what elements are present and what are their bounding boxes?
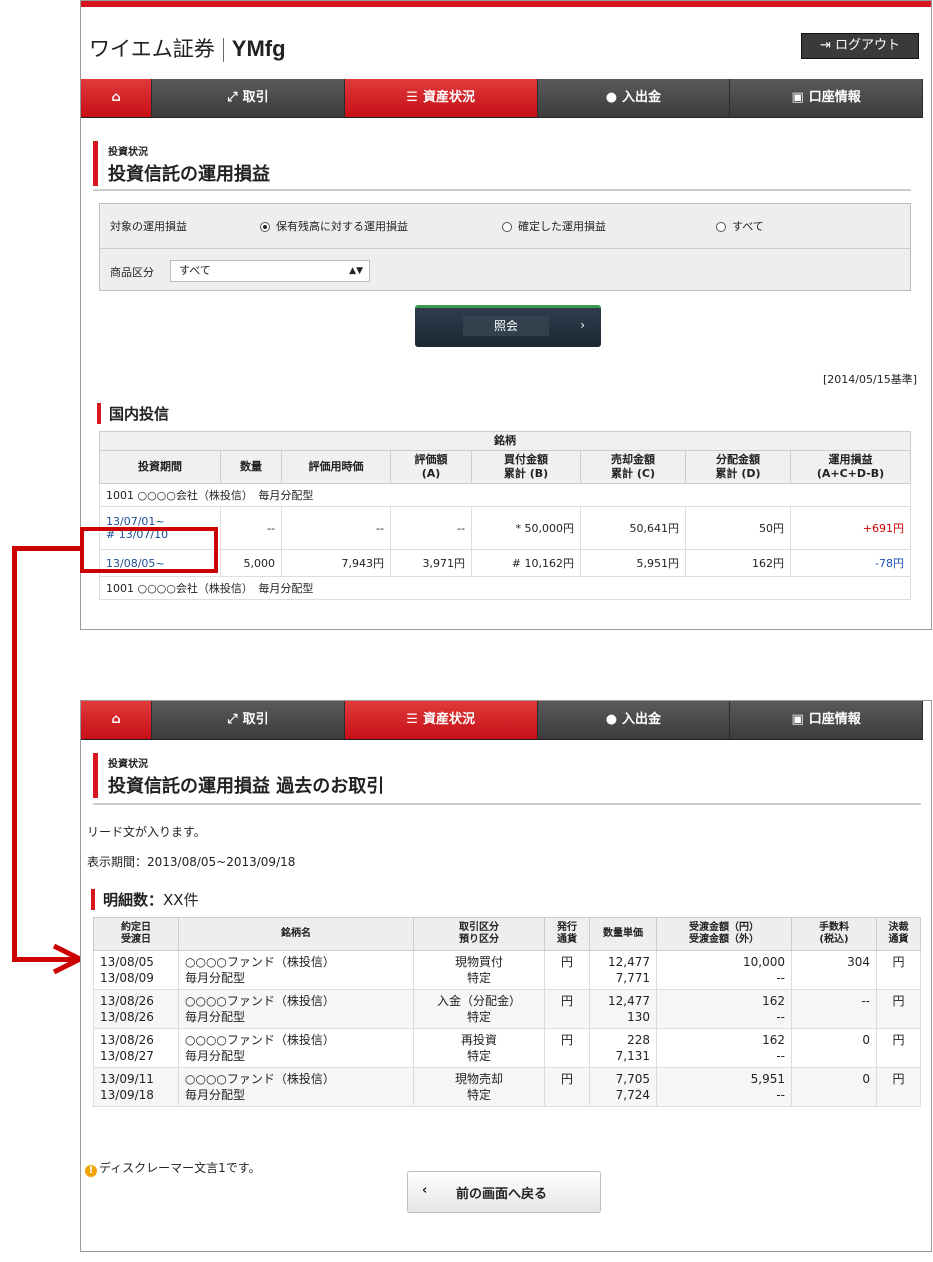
base-date: [2014/05/15基準]	[823, 373, 917, 386]
title-underline	[93, 803, 921, 805]
nav-assets[interactable]: ☰ 資産状況	[344, 79, 538, 117]
breadcrumb: 投資状況	[108, 759, 148, 770]
display-period: 表示期間：2013/08/05~2013/09/18	[87, 855, 296, 869]
col-header: 発行 通貨	[544, 917, 590, 951]
table-row: 13/09/11 13/09/18 ○○○○ファンド（株投信） 毎月分配型 現物売却 特定…	[93, 1067, 921, 1107]
col-header: 数量単価	[589, 917, 657, 951]
col-header: 売却金額 累計 (C)	[580, 450, 686, 484]
warning-icon: !	[85, 1165, 97, 1177]
col-header: 投資期間	[99, 450, 221, 484]
title-underline	[93, 189, 911, 191]
breadcrumb: 投資状況	[108, 147, 148, 158]
logo-text: ワイエム証券	[89, 37, 215, 61]
home-icon: ⌂	[111, 90, 121, 105]
exchange-icon: ⤢	[227, 712, 238, 727]
id-card-icon: ▣	[791, 712, 804, 727]
connector-line	[12, 546, 82, 551]
query-button[interactable]: 照会 ›	[415, 305, 601, 347]
col-header: 評価用時価	[281, 450, 391, 484]
radio-icon	[502, 222, 512, 232]
past-transactions-page: ⌂ ⤢ 取引 ☰ 資産状況 ● 入出金 ▣ 口座情報 投資状況 投資信託の運用損益 過去…	[80, 700, 932, 1252]
filter-divider	[100, 248, 910, 249]
col-header: 約定日 受渡日	[93, 917, 179, 951]
radio-realized[interactable]: 確定した運用損益	[502, 218, 606, 234]
moneybag-icon: ●	[605, 712, 618, 727]
page-title-block: 投資状況 投資信託の運用損益 過去のお取引	[93, 753, 384, 798]
col-header: 数量	[220, 450, 282, 484]
col-header: 銘柄名	[178, 917, 414, 951]
col-header: 運用損益 (A+C+D-B)	[790, 450, 911, 484]
col-header: 決裁 通貨	[876, 917, 921, 951]
page-title: 投資信託の運用損益	[108, 164, 270, 185]
col-header: 受渡金額（円） 受渡金額（外）	[656, 917, 792, 951]
home-icon: ⌂	[111, 712, 121, 727]
col-header: 評価額 (A)	[390, 450, 472, 484]
table-row: 13/08/26 13/08/26 ○○○○ファンド（株投信） 毎月分配型 入金（分配金…	[93, 989, 921, 1029]
detail-count: 明細数：XX件	[91, 889, 199, 910]
filter-panel: 対象の運用損益 保有残高に対する運用損益 確定した運用損益 すべて 商品区分 す…	[99, 203, 911, 291]
logout-icon: ⇥	[819, 38, 835, 53]
lead-text: リード文が入ります。	[87, 825, 206, 839]
nav-deposit[interactable]: ● 入出金	[537, 701, 731, 739]
nav-trade[interactable]: ⤢ 取引	[152, 701, 345, 739]
nav-account[interactable]: ▣ 口座情報	[730, 701, 923, 739]
page-title: 投資信託の運用損益 過去のお取引	[108, 776, 385, 797]
table-row: 13/08/05~ 5,000 7,943円 3,971円 # 10,162円 …	[99, 549, 911, 577]
database-icon: ☰	[406, 712, 418, 727]
radio-all[interactable]: すべて	[716, 218, 764, 234]
filter-label: 対象の運用損益	[110, 220, 187, 233]
radio-icon	[716, 222, 726, 232]
database-icon: ☰	[406, 90, 418, 105]
col-header: 取引区分 預り区分	[413, 917, 545, 951]
fund-name-row: 1001 ○○○○会社（株投信） 毎月分配型	[99, 483, 911, 507]
disclaimer: ! ディスクレーマー文言1です。	[85, 1159, 261, 1177]
top-accent-bar	[81, 1, 931, 7]
moneybag-icon: ●	[605, 90, 618, 105]
transactions-table: 約定日 受渡日 銘柄名 取引区分 預り区分 発行 通貨 数量単価 受渡金額（円） 受渡金…	[93, 917, 921, 1107]
highlight-box	[80, 527, 218, 573]
chevron-right-icon: ›	[580, 318, 585, 332]
table-group-header: 銘柄	[99, 431, 911, 451]
nav-assets[interactable]: ☰ 資産状況	[344, 701, 538, 739]
logo[interactable]: ワイエム証券 YMfg	[89, 33, 286, 63]
table-row: 13/07/01~ # 13/07/10 -- -- -- * 50,000円 5…	[99, 506, 911, 550]
col-header: 買付金額 累計 (B)	[471, 450, 581, 484]
nav-home[interactable]: ⌂	[81, 79, 152, 117]
chevron-left-icon: ‹	[422, 1183, 428, 1198]
page-title-block: 投資状況 投資信託の運用損益	[93, 141, 270, 186]
select-arrows-icon: ▲▼	[349, 266, 363, 276]
nav-trade[interactable]: ⤢ 取引	[152, 79, 345, 117]
category-select[interactable]: すべて ▲▼	[170, 260, 370, 282]
nav-home[interactable]: ⌂	[81, 701, 152, 739]
id-card-icon: ▣	[791, 90, 804, 105]
table-row: 13/08/05 13/08/09 ○○○○ファンド（株投信） 毎月分配型 現物買付 特定…	[93, 950, 921, 990]
nav-deposit[interactable]: ● 入出金	[537, 79, 731, 117]
col-header: 分配金額 累計 (D)	[685, 450, 791, 484]
logout-button[interactable]: ⇥ ログアウト	[801, 33, 919, 59]
fund-name-row: 1001 ○○○○会社（株投信） 毎月分配型	[99, 576, 911, 600]
category-label: 商品区分	[110, 266, 154, 279]
fund-pl-table: 銘柄 投資期間 数量 評価用時価 評価額 (A) 買付金額 累計 (B) 売却金額累…	[99, 431, 911, 600]
table-row: 13/08/26 13/08/27 ○○○○ファンド（株投信） 毎月分配型 再投資 特定円…	[93, 1028, 921, 1068]
nav-account[interactable]: ▣ 口座情報	[730, 79, 923, 117]
section-title: 国内投信	[97, 403, 169, 424]
main-nav: ⌂ ⤢ 取引 ☰ 資産状況 ● 入出金 ▣ 口座情報	[81, 79, 923, 118]
radio-holding[interactable]: 保有残高に対する運用損益	[260, 218, 408, 234]
exchange-icon: ⤢	[227, 90, 238, 105]
back-button[interactable]: ‹ 前の画面へ戻る	[407, 1171, 601, 1213]
connector-line	[12, 546, 17, 962]
logo-brand: YMfg	[231, 36, 286, 61]
col-header: 手数料 (税込)	[791, 917, 877, 951]
main-nav: ⌂ ⤢ 取引 ☰ 資産状況 ● 入出金 ▣ 口座情報	[81, 701, 923, 740]
radio-selected-icon	[260, 222, 270, 232]
